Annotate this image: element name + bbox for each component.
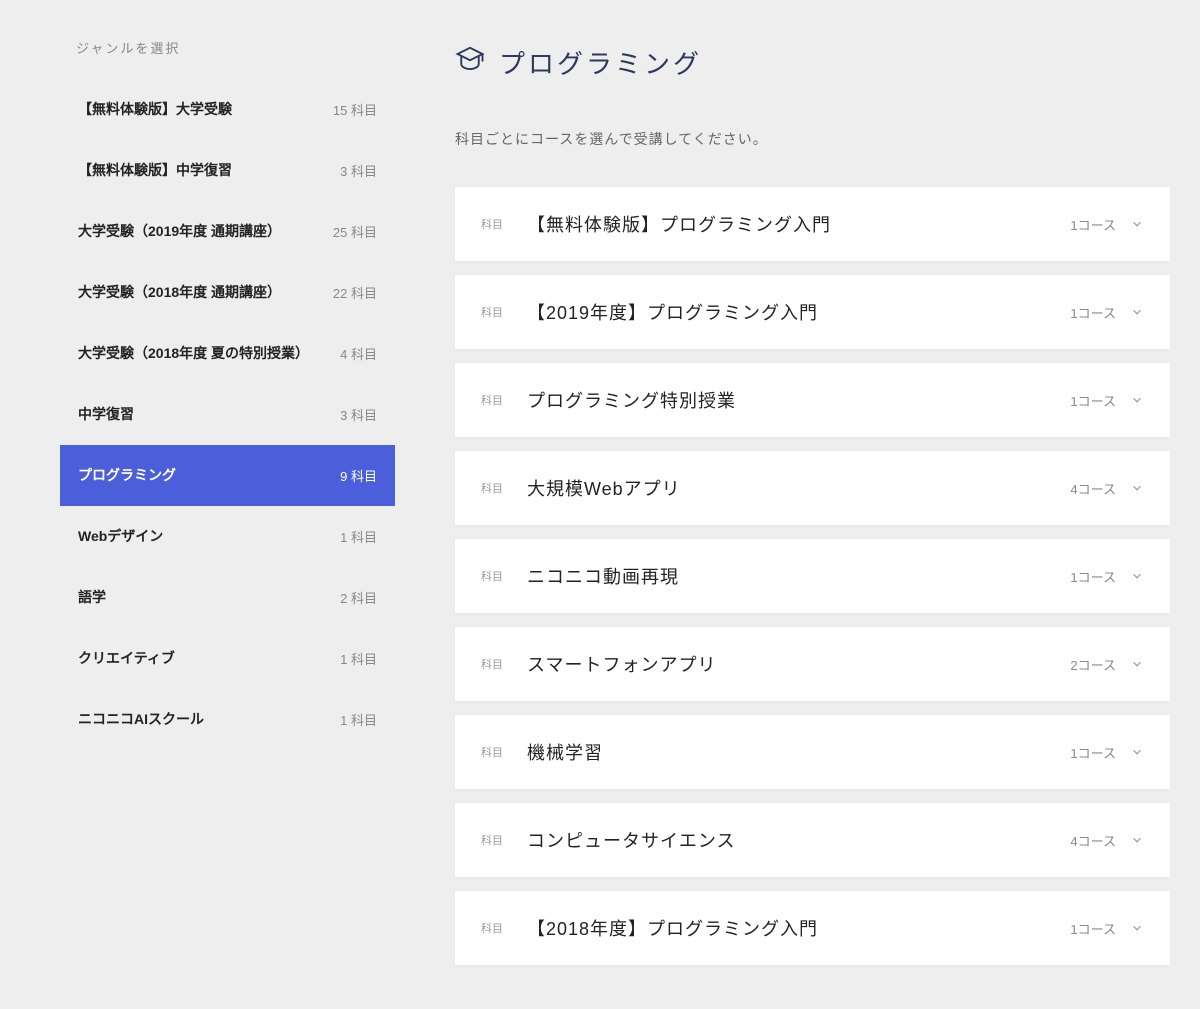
chevron-down-icon xyxy=(1130,833,1144,847)
sidebar-item[interactable]: 語学 2 科目 xyxy=(60,567,395,628)
sidebar-item[interactable]: プログラミング 9 科目 xyxy=(60,445,395,506)
subject-small-label: 科目 xyxy=(481,656,503,672)
subject-title: ニコニコ動画再現 xyxy=(527,563,1070,589)
subject-small-label: 科目 xyxy=(481,832,503,848)
chevron-down-icon xyxy=(1130,569,1144,583)
sidebar-item-label: 語学 xyxy=(78,587,106,608)
genre-sidebar: ジャンルを選択 【無料体験版】大学受験15 科目【無料体験版】中学復習3 科目大… xyxy=(60,30,395,979)
sidebar-item-count: 1 科目 xyxy=(340,649,377,668)
subject-course-count: 4コース xyxy=(1070,831,1116,850)
sidebar-item-label: 大学受験（2018年度 通期講座） xyxy=(78,282,281,303)
sidebar-item-label: 大学受験（2018年度 夏の特別授業） xyxy=(78,343,309,364)
sidebar-item[interactable]: Webデザイン 1 科目 xyxy=(60,506,395,567)
subject-card[interactable]: 科目 コンピュータサイエンス4コース xyxy=(455,803,1170,877)
subject-card[interactable]: 科目 【無料体験版】プログラミング入門1コース xyxy=(455,187,1170,261)
subject-list: 科目【無料体験版】プログラミング入門1コース科目【2019年度】プログラミング入… xyxy=(455,187,1170,965)
subject-title: コンピュータサイエンス xyxy=(527,827,1070,853)
sidebar-item[interactable]: ニコニコAIスクール 1 科目 xyxy=(60,689,395,750)
subject-small-label: 科目 xyxy=(481,568,503,584)
subject-small-label: 科目 xyxy=(481,216,503,232)
sidebar-item-label: プログラミング xyxy=(78,465,176,486)
sidebar-item-count: 1 科目 xyxy=(340,710,377,729)
subject-small-label: 科目 xyxy=(481,480,503,496)
sidebar-item-count: 15 科目 xyxy=(333,100,377,119)
subject-card[interactable]: 科目 大規模Webアプリ4コース xyxy=(455,451,1170,525)
sidebar-item-label: 大学受験（2019年度 通期講座） xyxy=(78,221,281,242)
sidebar-item-label: ニコニコAIスクール xyxy=(78,709,204,730)
sidebar-list: 【無料体験版】大学受験15 科目【無料体験版】中学復習3 科目大学受験（2019… xyxy=(60,79,395,750)
subject-course-count: 1コース xyxy=(1070,919,1116,938)
sidebar-item-count: 22 科目 xyxy=(333,283,377,302)
sidebar-item-label: Webデザイン xyxy=(78,526,163,547)
subject-course-count: 4コース xyxy=(1070,479,1116,498)
sidebar-item-count: 25 科目 xyxy=(333,222,377,241)
subject-card[interactable]: 科目 ニコニコ動画再現1コース xyxy=(455,539,1170,613)
subject-title: 【無料体験版】プログラミング入門 xyxy=(527,211,1070,237)
subject-course-count: 1コース xyxy=(1070,567,1116,586)
subject-card[interactable]: 科目 【2018年度】プログラミング入門1コース xyxy=(455,891,1170,965)
subject-title: 【2018年度】プログラミング入門 xyxy=(527,915,1070,941)
sidebar-item[interactable]: 大学受験（2019年度 通期講座） 25 科目 xyxy=(60,201,395,262)
sidebar-item-count: 4 科目 xyxy=(340,344,377,363)
subject-card[interactable]: 科目 プログラミング特別授業1コース xyxy=(455,363,1170,437)
subject-course-count: 1コース xyxy=(1070,743,1116,762)
sidebar-item-count: 1 科目 xyxy=(340,527,377,546)
sidebar-header: ジャンルを選択 xyxy=(60,30,395,79)
subject-card[interactable]: 科目 機械学習1コース xyxy=(455,715,1170,789)
sidebar-item[interactable]: 【無料体験版】中学復習 3 科目 xyxy=(60,140,395,201)
page-container: ジャンルを選択 【無料体験版】大学受験15 科目【無料体験版】中学復習3 科目大… xyxy=(0,0,1200,1009)
subject-title: プログラミング特別授業 xyxy=(527,387,1070,413)
sidebar-item[interactable]: 大学受験（2018年度 夏の特別授業） 4 科目 xyxy=(60,323,395,384)
sidebar-item[interactable]: 【無料体験版】大学受験 15 科目 xyxy=(60,79,395,140)
page-title-text: プログラミング xyxy=(499,44,702,81)
subject-title: 【2019年度】プログラミング入門 xyxy=(527,299,1070,325)
subject-card[interactable]: 科目 【2019年度】プログラミング入門1コース xyxy=(455,275,1170,349)
sidebar-item-count: 9 科目 xyxy=(340,466,377,485)
sidebar-item[interactable]: 大学受験（2018年度 通期講座） 22 科目 xyxy=(60,262,395,323)
subject-course-count: 2コース xyxy=(1070,655,1116,674)
sidebar-item-count: 3 科目 xyxy=(340,161,377,180)
sidebar-item-label: 【無料体験版】大学受験 xyxy=(78,99,232,120)
subject-small-label: 科目 xyxy=(481,304,503,320)
chevron-down-icon xyxy=(1130,481,1144,495)
subject-title: 大規模Webアプリ xyxy=(527,475,1070,501)
subject-card[interactable]: 科目 スマートフォンアプリ2コース xyxy=(455,627,1170,701)
page-subtitle: 科目ごとにコースを選んで受講してください。 xyxy=(455,129,1170,149)
sidebar-item-count: 2 科目 xyxy=(340,588,377,607)
subject-title: 機械学習 xyxy=(527,739,1070,765)
sidebar-item-label: 【無料体験版】中学復習 xyxy=(78,160,232,181)
subject-course-count: 1コース xyxy=(1070,215,1116,234)
graduation-cap-icon xyxy=(455,44,485,81)
chevron-down-icon xyxy=(1130,217,1144,231)
subject-title: スマートフォンアプリ xyxy=(527,651,1070,677)
subject-small-label: 科目 xyxy=(481,744,503,760)
chevron-down-icon xyxy=(1130,657,1144,671)
subject-course-count: 1コース xyxy=(1070,391,1116,410)
page-title: プログラミング xyxy=(455,44,1170,81)
subject-course-count: 1コース xyxy=(1070,303,1116,322)
subject-small-label: 科目 xyxy=(481,920,503,936)
chevron-down-icon xyxy=(1130,305,1144,319)
sidebar-item-label: クリエイティブ xyxy=(78,648,175,669)
sidebar-item[interactable]: 中学復習 3 科目 xyxy=(60,384,395,445)
main-content: プログラミング 科目ごとにコースを選んで受講してください。 科目 【無料体験版】プ… xyxy=(455,30,1170,979)
chevron-down-icon xyxy=(1130,745,1144,759)
sidebar-item[interactable]: クリエイティブ 1 科目 xyxy=(60,628,395,689)
sidebar-item-count: 3 科目 xyxy=(340,405,377,424)
subject-small-label: 科目 xyxy=(481,392,503,408)
chevron-down-icon xyxy=(1130,921,1144,935)
chevron-down-icon xyxy=(1130,393,1144,407)
sidebar-item-label: 中学復習 xyxy=(78,404,134,425)
